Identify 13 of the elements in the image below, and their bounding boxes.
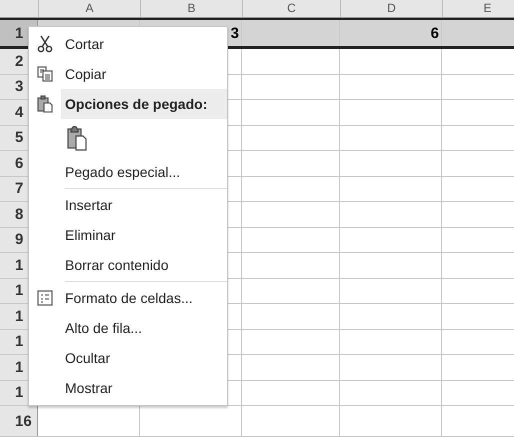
column-header[interactable]: A — [38, 0, 140, 17]
column-header[interactable]: B — [140, 0, 242, 17]
scissors-icon — [37, 35, 53, 53]
clipboard-icon — [37, 95, 53, 113]
column-header[interactable]: E — [442, 0, 514, 17]
column-header[interactable]: D — [340, 0, 442, 17]
copy-icon — [37, 66, 53, 82]
paste-icon[interactable] — [67, 125, 87, 151]
menu-heading: Opciones de pegado: — [29, 89, 227, 119]
column-header[interactable]: C — [242, 0, 340, 17]
table-cell: 6 — [340, 20, 442, 46]
row-header[interactable]: 16 — [0, 406, 38, 436]
format-cells-icon — [37, 290, 53, 306]
